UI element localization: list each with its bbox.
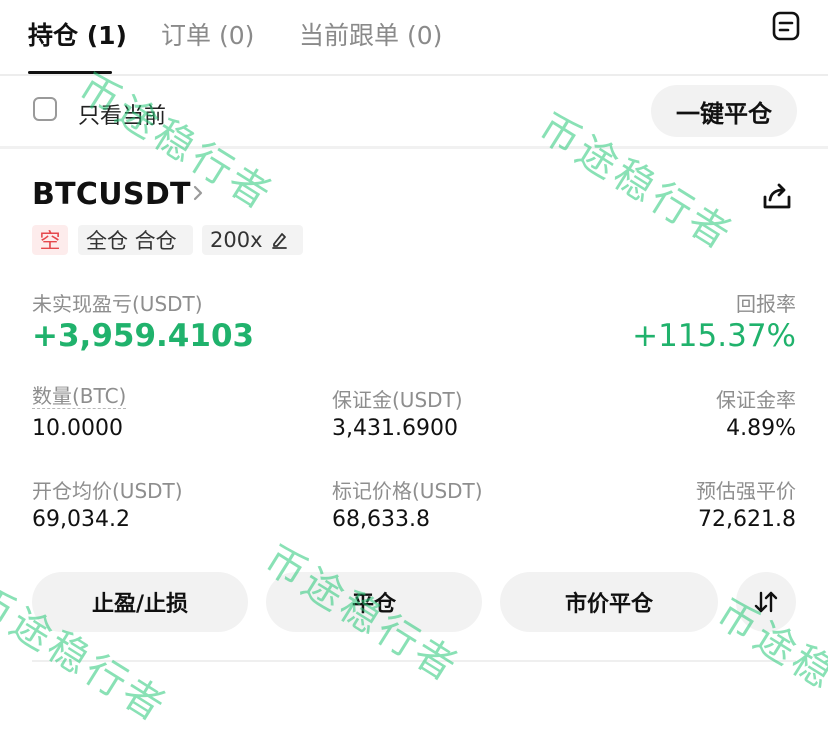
roe-value: +115.37% bbox=[632, 318, 796, 354]
sort-arrows-icon bbox=[754, 591, 778, 613]
orders-list-icon[interactable] bbox=[770, 10, 802, 42]
tab-orders[interactable]: 订单 (0) bbox=[161, 16, 254, 52]
tp-sl-button[interactable]: 止盈/止损 bbox=[32, 572, 248, 632]
market-close-button[interactable]: 市价平仓 bbox=[500, 572, 718, 632]
tab-copy-trading[interactable]: 当前跟单 (0) bbox=[299, 16, 442, 52]
bottom-divider bbox=[32, 660, 796, 662]
liq-price-value: 72,621.8 bbox=[698, 507, 796, 532]
position-symbol[interactable]: BTCUSDT bbox=[32, 177, 191, 212]
tab-positions[interactable]: 持仓 (1) bbox=[28, 16, 127, 52]
section-divider bbox=[0, 146, 828, 149]
chevron-right-icon[interactable] bbox=[191, 183, 205, 203]
side-tag: 空 bbox=[32, 225, 68, 255]
pnl-value: +3,959.4103 bbox=[32, 318, 255, 354]
entry-price-value: 69,034.2 bbox=[32, 507, 130, 532]
show-current-label[interactable]: 只看当前 bbox=[78, 98, 166, 130]
reverse-position-button[interactable] bbox=[736, 572, 796, 632]
quantity-label[interactable]: 数量(BTC) bbox=[32, 384, 127, 409]
margin-value: 3,431.6900 bbox=[332, 416, 458, 441]
roe-label: 回报率 bbox=[736, 292, 796, 316]
quantity-value: 10.0000 bbox=[32, 416, 123, 441]
mark-price-label: 标记价格(USDT) bbox=[332, 479, 483, 503]
liq-price-label: 预估强平价 bbox=[696, 479, 796, 503]
margin-ratio-value: 4.89% bbox=[726, 416, 796, 441]
leverage-tag[interactable]: 200x bbox=[202, 225, 303, 255]
tabs-divider bbox=[0, 74, 828, 76]
margin-label: 保证金(USDT) bbox=[332, 388, 463, 412]
margin-mode-tag: 全仓 合仓 bbox=[78, 225, 193, 255]
mark-price-value: 68,633.8 bbox=[332, 507, 430, 532]
pnl-label: 未实现盈亏(USDT) bbox=[32, 292, 203, 316]
share-icon[interactable] bbox=[760, 180, 794, 214]
entry-price-label: 开仓均价(USDT) bbox=[32, 479, 183, 503]
close-all-button[interactable]: 一键平仓 bbox=[651, 85, 797, 137]
tab-bar: 持仓 (1) 订单 (0) 当前跟单 (0) bbox=[0, 0, 828, 76]
margin-ratio-label: 保证金率 bbox=[716, 388, 796, 412]
show-current-checkbox[interactable] bbox=[33, 97, 57, 121]
leverage-value: 200x bbox=[210, 228, 263, 252]
pencil-icon bbox=[271, 233, 287, 249]
close-position-button[interactable]: 平仓 bbox=[266, 572, 482, 632]
